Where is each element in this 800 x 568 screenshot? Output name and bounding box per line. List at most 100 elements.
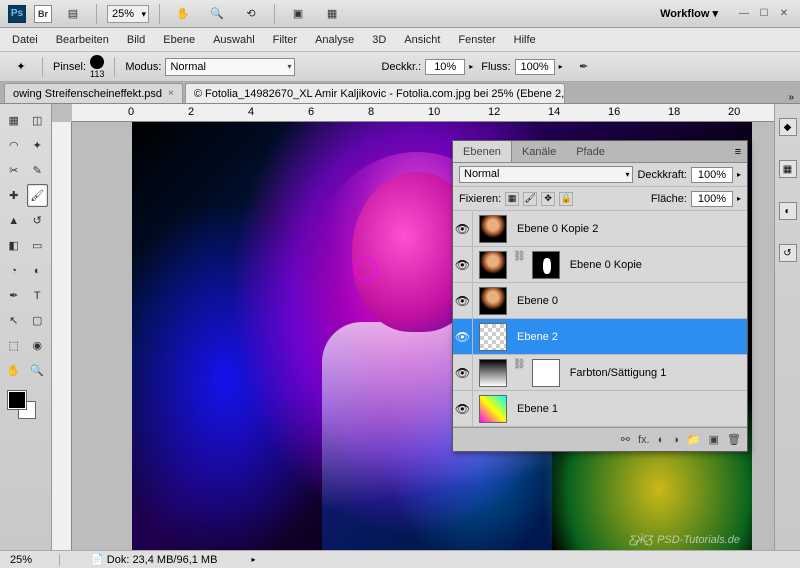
layer-row[interactable]: 👁 Ebene 0 Kopie 2 <box>453 211 747 247</box>
menu-bild[interactable]: Bild <box>127 34 145 46</box>
rotate-view-icon[interactable]: ⟲ <box>238 4 264 24</box>
layer-thumbnail[interactable] <box>479 323 507 351</box>
doc-tab-2[interactable]: © Fotolia_14982670_XL Amir Kaljikovic - … <box>185 83 565 103</box>
tool-preset-icon[interactable]: ✦ <box>10 56 32 78</box>
layer-name[interactable]: Farbton/Sättigung 1 <box>570 367 667 379</box>
layer-blend-dropdown[interactable]: Normal <box>459 166 633 183</box>
layer-thumbnail[interactable] <box>479 251 507 279</box>
lock-position-icon[interactable]: ✥ <box>541 192 555 206</box>
delete-layer-icon[interactable]: 🗑 <box>727 433 741 446</box>
status-menu-icon[interactable]: ▸ <box>251 555 255 564</box>
screen-mode-icon[interactable]: ▣ <box>285 4 311 24</box>
menu-hilfe[interactable]: Hilfe <box>514 34 536 46</box>
ps-logo-icon[interactable]: Ps <box>8 5 26 23</box>
tab-ebenen[interactable]: Ebenen <box>453 141 512 162</box>
shape-tool[interactable]: ▢ <box>27 309 49 332</box>
layer-row[interactable]: 👁 Ebene 0 <box>453 283 747 319</box>
layer-group-icon[interactable]: 📁 <box>687 433 701 446</box>
type-tool[interactable]: T <box>27 284 49 307</box>
lock-pixels-icon[interactable]: 🖌 <box>523 192 537 206</box>
color-panel-icon[interactable]: ◆ <box>779 118 797 136</box>
crop-tool[interactable]: ✂ <box>3 159 25 182</box>
lasso-tool[interactable]: ◠ <box>3 134 25 157</box>
menu-auswahl[interactable]: Auswahl <box>213 34 255 46</box>
adjustment-layer-icon[interactable]: ◑ <box>672 434 679 446</box>
tab-kanaele[interactable]: Kanäle <box>512 141 566 162</box>
layer-name[interactable]: Ebene 2 <box>517 331 558 343</box>
visibility-icon[interactable]: 👁 <box>453 319 473 354</box>
layer-thumbnail[interactable] <box>479 215 507 243</box>
layer-fill-input[interactable]: 100% <box>691 191 733 207</box>
menu-3d[interactable]: 3D <box>372 34 386 46</box>
status-zoom[interactable]: 25% <box>10 554 60 566</box>
filmstrip-icon[interactable]: ▤ <box>60 4 86 24</box>
visibility-icon[interactable]: 👁 <box>453 355 473 390</box>
menu-ebene[interactable]: Ebene <box>163 34 195 46</box>
close-button[interactable]: ✕ <box>776 7 792 21</box>
gradient-tool[interactable]: ▭ <box>27 234 49 257</box>
doc-tab-1[interactable]: owing Streifenscheineffekt.psd × <box>4 83 183 103</box>
marquee-tool[interactable]: ◫ <box>27 109 49 132</box>
panel-menu-icon[interactable]: ≡ <box>729 141 747 162</box>
move-tool[interactable]: ▦ <box>3 109 25 132</box>
layer-fx-icon[interactable]: fx. <box>638 434 650 446</box>
flow-input[interactable]: 100% <box>515 59 555 75</box>
new-layer-icon[interactable]: ▣ <box>709 433 719 446</box>
blend-mode-dropdown[interactable]: Normal <box>165 58 295 76</box>
zoom-icon[interactable]: 🔍 <box>204 4 230 24</box>
airbrush-icon[interactable]: ✒ <box>571 57 597 77</box>
layer-thumbnail[interactable] <box>479 395 507 423</box>
layer-opacity-input[interactable]: 100% <box>691 167 733 183</box>
link-layers-icon[interactable]: ⚯ <box>621 433 630 446</box>
visibility-icon[interactable]: 👁 <box>453 391 473 426</box>
tab-overflow-icon[interactable]: » <box>782 92 800 103</box>
zoom-tool[interactable]: 🔍 <box>27 359 49 382</box>
3d-tool[interactable]: ⬚ <box>3 334 25 357</box>
path-tool[interactable]: ↖ <box>3 309 25 332</box>
workspace-dropdown[interactable]: Workflow ▾ <box>660 7 718 20</box>
tab-pfade[interactable]: Pfade <box>566 141 615 162</box>
brush-tool[interactable]: 🖌 <box>27 184 49 207</box>
layer-mask-icon[interactable]: ◐ <box>658 434 665 446</box>
zoom-dropdown[interactable]: 25% <box>107 5 149 23</box>
menu-fenster[interactable]: Fenster <box>458 34 495 46</box>
bridge-icon[interactable]: Br <box>34 5 52 23</box>
wand-tool[interactable]: ✦ <box>27 134 49 157</box>
menu-bearbeiten[interactable]: Bearbeiten <box>56 34 109 46</box>
layer-row[interactable]: 👁 ⛓ Ebene 0 Kopie <box>453 247 747 283</box>
stamp-tool[interactable]: ▲ <box>3 209 25 232</box>
lock-all-icon[interactable]: 🔒 <box>559 192 573 206</box>
menu-analyse[interactable]: Analyse <box>315 34 354 46</box>
foreground-color[interactable] <box>8 391 26 409</box>
layer-name[interactable]: Ebene 0 <box>517 295 558 307</box>
pan-icon[interactable]: ✋ <box>170 4 196 24</box>
layer-thumbnail[interactable] <box>479 287 507 315</box>
hand-tool[interactable]: ✋ <box>3 359 25 382</box>
lock-transparency-icon[interactable]: ▦ <box>505 192 519 206</box>
layer-name[interactable]: Ebene 0 Kopie <box>570 259 642 271</box>
mask-thumbnail[interactable] <box>532 359 560 387</box>
visibility-icon[interactable]: 👁 <box>453 283 473 318</box>
maximize-button[interactable]: ☐ <box>756 7 772 21</box>
layer-row[interactable]: 👁 Ebene 2 <box>453 319 747 355</box>
color-swatches[interactable] <box>2 389 49 423</box>
opacity-input[interactable]: 10% <box>425 59 465 75</box>
swatches-panel-icon[interactable]: ▦ <box>779 160 797 178</box>
menu-datei[interactable]: Datei <box>12 34 38 46</box>
adjustments-panel-icon[interactable]: ◐ <box>779 202 797 220</box>
arrange-icon[interactable]: ▦ <box>319 4 345 24</box>
tab-close-icon[interactable]: × <box>168 88 174 99</box>
heal-tool[interactable]: ✚ <box>3 184 25 207</box>
pen-tool[interactable]: ✒ <box>3 284 25 307</box>
visibility-icon[interactable]: 👁 <box>453 211 473 246</box>
dodge-tool[interactable]: ◐ <box>27 259 49 282</box>
eraser-tool[interactable]: ◧ <box>3 234 25 257</box>
menu-ansicht[interactable]: Ansicht <box>404 34 440 46</box>
eyedropper-tool[interactable]: ✎ <box>27 159 49 182</box>
menu-filter[interactable]: Filter <box>273 34 297 46</box>
adjustment-thumbnail[interactable] <box>479 359 507 387</box>
brush-preview-icon[interactable] <box>90 55 104 69</box>
3d-camera-tool[interactable]: ◉ <box>27 334 49 357</box>
layer-name[interactable]: Ebene 1 <box>517 403 558 415</box>
history-panel-icon[interactable]: ↺ <box>779 244 797 262</box>
